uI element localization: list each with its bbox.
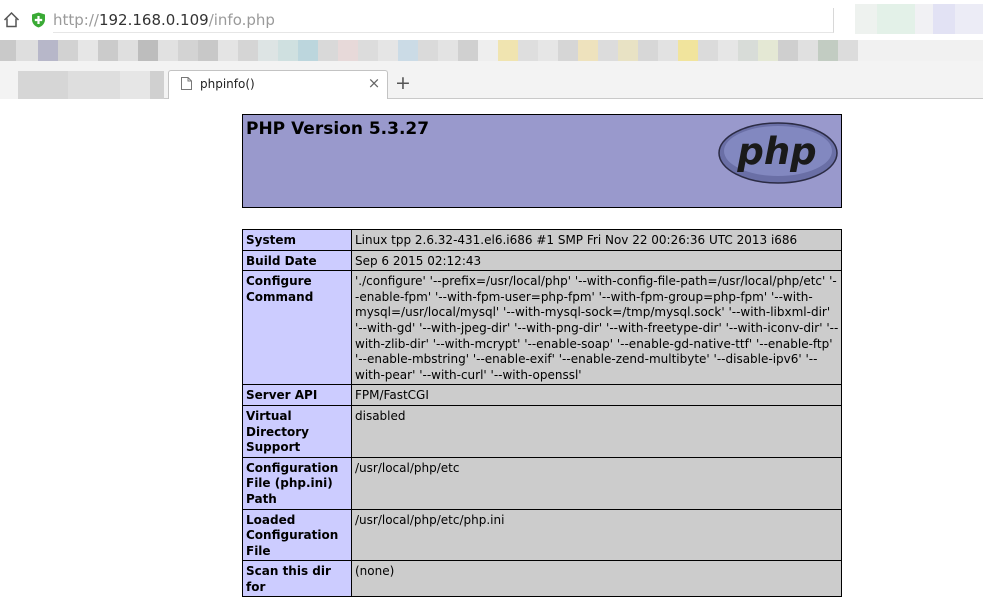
- row-value: (none): [351, 560, 842, 597]
- row-label: System: [242, 229, 352, 251]
- address-bar: http://192.168.0.109/info.php: [0, 0, 983, 40]
- php-version-title: PHP Version 5.3.27: [246, 119, 430, 139]
- url-host: 192.168.0.109: [98, 11, 209, 29]
- home-icon[interactable]: [3, 11, 20, 28]
- row-value: /usr/local/php/etc/php.ini: [351, 508, 842, 562]
- row-label: Virtual Directory Support: [242, 404, 352, 458]
- bookmarks-bar-blurred: [0, 40, 983, 61]
- row-label: Configure Command: [242, 270, 352, 386]
- php-info-table: System Linux tpp 2.6.32-431.el6.i686 #1 S…: [242, 229, 842, 597]
- tab-phpinfo[interactable]: phpinfo() ×: [168, 70, 388, 99]
- row-label: Configuration File (php.ini) Path: [242, 456, 352, 510]
- svg-text:php: php: [736, 130, 816, 173]
- table-row: Configuration File (php.ini) Path/usr/lo…: [242, 456, 842, 510]
- tab-strip: phpinfo() × +: [0, 61, 983, 99]
- table-row: Scan this dir for (none): [242, 560, 842, 597]
- row-value: Linux tpp 2.6.32-431.el6.i686 #1 SMP Fri…: [351, 229, 842, 251]
- tab-title: phpinfo(): [200, 77, 255, 91]
- url-path: /info.php: [208, 11, 275, 29]
- php-version-header: PHP Version 5.3.27 php: [242, 114, 842, 208]
- blurred-toolbar-region: [835, 4, 983, 34]
- row-label: Loaded Configuration File: [242, 508, 352, 562]
- row-value: Sep 6 2015 02:12:43: [351, 249, 842, 272]
- url-field[interactable]: http://192.168.0.109/info.php: [53, 8, 834, 33]
- page-icon: [181, 77, 192, 90]
- row-value: './configure' '--prefix=/usr/local/php' …: [351, 270, 842, 386]
- table-row: System Linux tpp 2.6.32-431.el6.i686 #1 S…: [242, 229, 842, 251]
- shield-icon[interactable]: [31, 12, 46, 28]
- php-logo[interactable]: php: [717, 121, 839, 185]
- row-label: Build Date: [242, 249, 352, 272]
- close-tab-icon[interactable]: ×: [366, 74, 382, 92]
- table-row: Build Date Sep 6 2015 02:12:43: [242, 249, 842, 272]
- row-label: Scan this dir for: [242, 560, 352, 597]
- row-value: /usr/local/php/etc: [351, 456, 842, 510]
- url-scheme: http://: [53, 11, 99, 29]
- row-value: FPM/FastCGI: [351, 384, 842, 406]
- row-label: Server API: [242, 384, 352, 406]
- table-row: Configure Command './configure' '--prefix…: [242, 270, 842, 386]
- table-row: Server API FPM/FastCGI: [242, 384, 842, 406]
- table-row: Virtual Directory Support disabled: [242, 404, 842, 458]
- page-content: PHP Version 5.3.27 php System Linux tpp 2…: [0, 99, 983, 597]
- table-row: Loaded Configuration File/usr/local/php/…: [242, 508, 842, 562]
- new-tab-button[interactable]: +: [393, 72, 413, 94]
- row-value: disabled: [351, 404, 842, 458]
- blurred-tab[interactable]: [0, 71, 164, 99]
